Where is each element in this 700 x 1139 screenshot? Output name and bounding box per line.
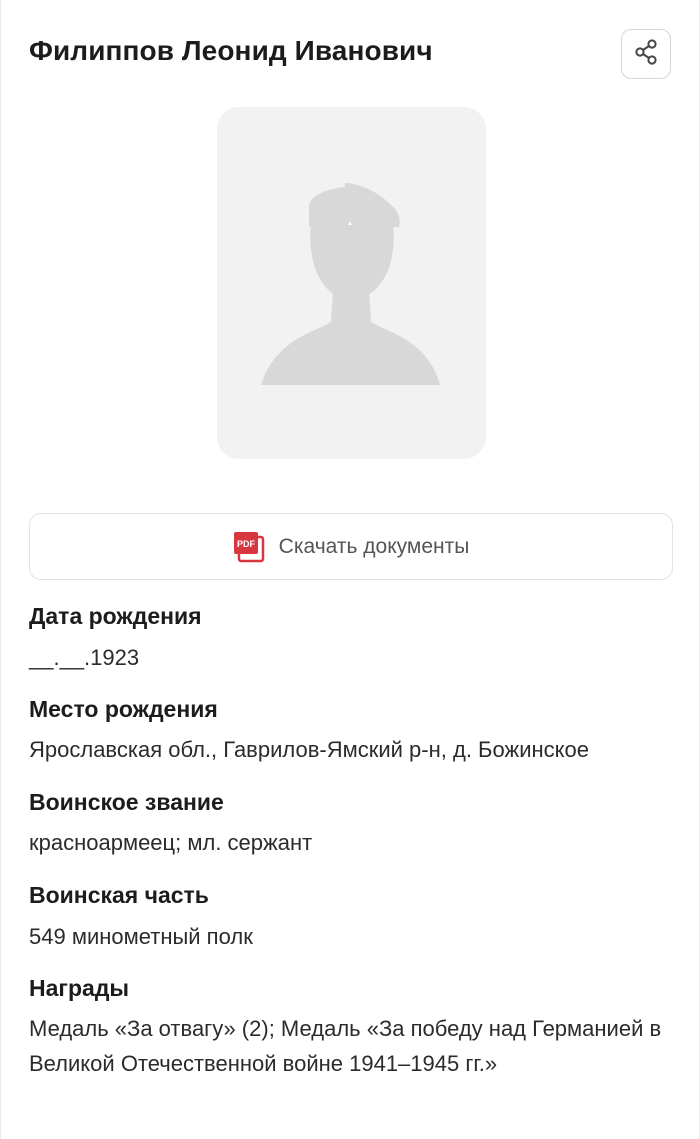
awards-label: Награды	[29, 975, 130, 1001]
pdf-icon: PDF	[233, 531, 265, 563]
birth-place-value: Ярославская обл., Гаврилов-Ямский р-н, д…	[29, 737, 589, 762]
unit-label: Воинская часть	[29, 882, 209, 908]
rank-value: красноармеец; мл. сержант	[29, 830, 313, 855]
birth-place-label: Место рождения	[29, 696, 218, 722]
download-documents-button[interactable]: PDF Скачать документы	[29, 513, 673, 580]
birth-date-label: Дата рождения	[29, 603, 202, 629]
page-title: Филиппов Леонид Иванович	[29, 35, 433, 66]
photo-placeholder	[217, 107, 486, 459]
download-documents-label: Скачать документы	[278, 534, 470, 558]
unit-value: 549 минометный полк	[29, 924, 253, 949]
soldier-card: Филиппов Леонид Иванович PDF Скачать док…	[0, 0, 700, 1139]
share-icon	[632, 38, 660, 71]
birth-date-value: __.__.1923	[29, 645, 140, 670]
share-button[interactable]	[621, 29, 671, 79]
rank-label: Воинское звание	[29, 789, 224, 815]
soldier-silhouette-icon	[261, 183, 440, 385]
svg-text:PDF: PDF	[237, 539, 256, 549]
awards-value: Медаль «За отвагу» (2); Медаль «За побед…	[29, 1016, 662, 1076]
